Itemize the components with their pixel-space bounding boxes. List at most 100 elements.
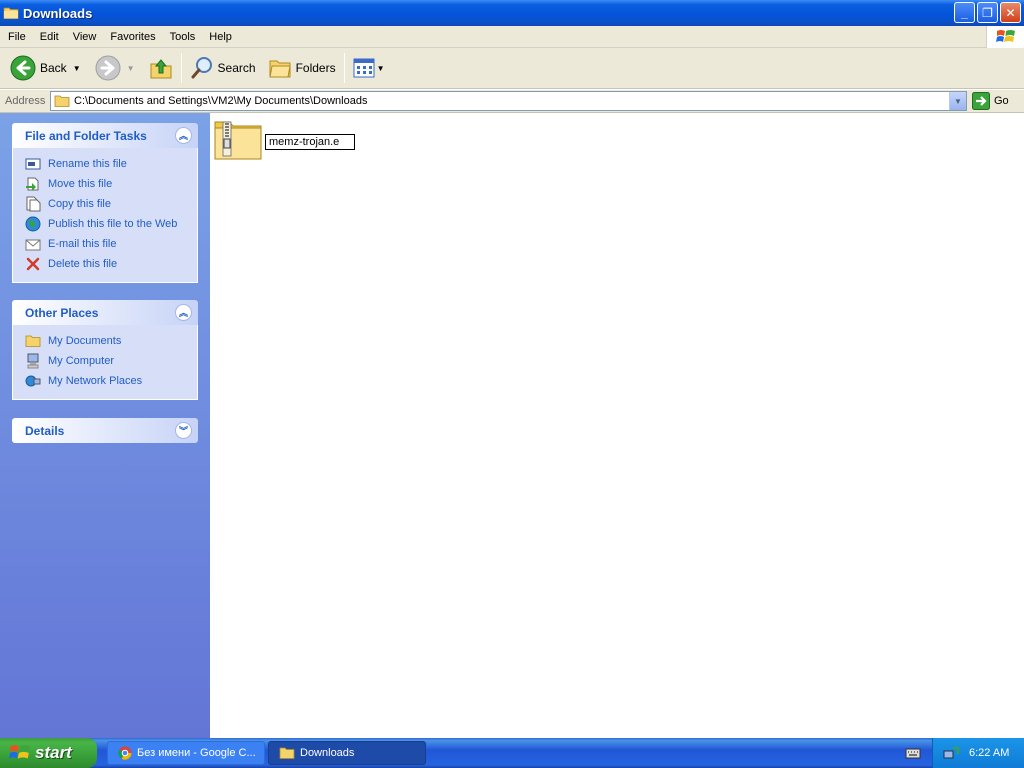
address-input[interactable]: C:\Documents and Settings\VM2\My Documen…: [50, 91, 967, 111]
taskbar: start Без имени - Google C... Downloads …: [0, 738, 1024, 768]
menu-edit[interactable]: Edit: [34, 31, 65, 43]
views-icon: [353, 58, 375, 78]
close-button[interactable]: ✕: [1000, 2, 1021, 23]
file-list-area[interactable]: memz-trojan.e: [210, 113, 1024, 738]
forward-arrow-icon: [95, 55, 121, 81]
back-button[interactable]: Back ▼: [6, 51, 85, 85]
search-icon: [191, 57, 212, 79]
go-button[interactable]: Go: [972, 92, 1009, 110]
network-icon: [25, 373, 41, 389]
link-label: Rename this file: [48, 158, 127, 170]
folder-icon: [3, 7, 19, 19]
move-file-link[interactable]: Move this file: [25, 174, 197, 194]
clock[interactable]: 6:22 AM: [969, 747, 1009, 759]
menu-bar: File Edit View Favorites Tools Help: [0, 26, 1024, 48]
email-file-link[interactable]: E-mail this file: [25, 234, 197, 254]
forward-button[interactable]: ▼: [91, 51, 139, 85]
copy-icon: [25, 196, 41, 212]
collapse-chevron-icon[interactable]: ︽: [175, 304, 192, 321]
task-pane: File and Folder Tasks ︽ Rename this file…: [0, 113, 210, 738]
expand-chevron-icon[interactable]: ︾: [175, 422, 192, 439]
file-folder-tasks-panel: File and Folder Tasks ︽ Rename this file…: [12, 123, 198, 283]
search-button[interactable]: Search: [186, 51, 260, 85]
panel-header[interactable]: File and Folder Tasks ︽: [12, 123, 198, 148]
email-icon: [25, 236, 41, 252]
taskbar-item-chrome[interactable]: Без имени - Google C...: [107, 741, 265, 765]
collapse-chevron-icon[interactable]: ︽: [175, 127, 192, 144]
zip-folder-icon: [214, 121, 262, 160]
link-label: Move this file: [48, 178, 113, 190]
toolbar-separator: [343, 53, 345, 83]
address-dropdown-icon[interactable]: ▼: [949, 92, 966, 110]
menu-tools[interactable]: Tools: [164, 31, 202, 43]
back-dropdown-icon[interactable]: ▼: [73, 64, 81, 73]
my-documents-link[interactable]: My Documents: [25, 331, 197, 351]
link-label: My Network Places: [48, 375, 143, 387]
link-label: Copy this file: [48, 198, 111, 210]
my-network-places-link[interactable]: My Network Places: [25, 371, 197, 391]
link-label: My Documents: [48, 335, 122, 347]
menu-file[interactable]: File: [2, 31, 32, 43]
restore-button[interactable]: ❐: [977, 2, 998, 23]
file-name-edit-field[interactable]: memz-trojan.e: [265, 134, 355, 150]
publish-file-link[interactable]: Publish this file to the Web: [25, 214, 197, 234]
window-title: Downloads: [23, 5, 93, 21]
panel-title: Other Places: [25, 305, 99, 320]
views-button[interactable]: ▼: [349, 51, 389, 85]
folder-icon: [279, 747, 295, 759]
back-arrow-icon: [10, 55, 36, 81]
minimize-button[interactable]: _: [954, 2, 975, 23]
windows-logo-icon: [986, 26, 1024, 48]
start-label: start: [35, 743, 72, 762]
folders-label: Folders: [295, 61, 336, 75]
menu-view[interactable]: View: [67, 31, 103, 43]
up-folder-button[interactable]: [145, 51, 177, 85]
address-value: C:\Documents and Settings\VM2\My Documen…: [74, 95, 368, 107]
system-tray: 6:22 AM: [932, 738, 1024, 768]
toolbar: Back ▼ ▼ Search Folders ▼: [0, 48, 1024, 89]
views-dropdown-icon[interactable]: ▼: [377, 64, 385, 73]
address-bar: Address C:\Documents and Settings\VM2\My…: [0, 90, 1024, 113]
rename-icon: [25, 156, 41, 172]
go-arrow-icon: [972, 92, 990, 110]
toolbar-separator: [180, 53, 182, 83]
keyboard-icon[interactable]: [905, 746, 921, 760]
panel-title: File and Folder Tasks: [25, 128, 147, 143]
menu-favorites[interactable]: Favorites: [104, 31, 161, 43]
menu-help[interactable]: Help: [203, 31, 238, 43]
computer-icon: [25, 353, 41, 369]
link-label: Delete this file: [48, 258, 118, 270]
folder-icon: [25, 333, 41, 349]
folders-button[interactable]: Folders: [264, 51, 340, 85]
taskbar-item-label: Без имени - Google C...: [137, 747, 256, 759]
delete-icon: [25, 256, 41, 272]
go-label: Go: [994, 95, 1009, 107]
chrome-icon: [118, 746, 132, 760]
panel-header[interactable]: Other Places ︽: [12, 300, 198, 325]
copy-file-link[interactable]: Copy this file: [25, 194, 197, 214]
folder-icon: [54, 95, 70, 107]
other-places-panel: Other Places ︽ My Documents My Computer: [12, 300, 198, 400]
title-bar[interactable]: Downloads _ ❐ ✕: [0, 0, 1024, 26]
link-label: E-mail this file: [48, 238, 117, 250]
start-button[interactable]: start: [0, 738, 97, 768]
forward-dropdown-icon[interactable]: ▼: [127, 64, 135, 73]
link-label: My Computer: [48, 355, 115, 367]
back-label: Back: [40, 61, 67, 75]
search-label: Search: [217, 61, 256, 75]
link-label: Publish this file to the Web: [48, 218, 178, 230]
panel-title: Details: [25, 423, 65, 438]
folders-icon: [268, 60, 291, 78]
move-icon: [25, 176, 41, 192]
up-folder-icon: [150, 59, 172, 79]
my-computer-link[interactable]: My Computer: [25, 351, 197, 371]
network-status-icon[interactable]: [943, 745, 959, 761]
windows-flag-icon: [9, 745, 30, 759]
file-item[interactable]: memz-trojan.e: [214, 118, 355, 160]
address-label: Address: [5, 95, 46, 107]
panel-header[interactable]: Details ︾: [12, 418, 198, 443]
details-panel: Details ︾: [12, 418, 198, 443]
delete-file-link[interactable]: Delete this file: [25, 254, 197, 274]
rename-file-link[interactable]: Rename this file: [25, 154, 197, 174]
taskbar-item-downloads[interactable]: Downloads: [268, 741, 426, 765]
